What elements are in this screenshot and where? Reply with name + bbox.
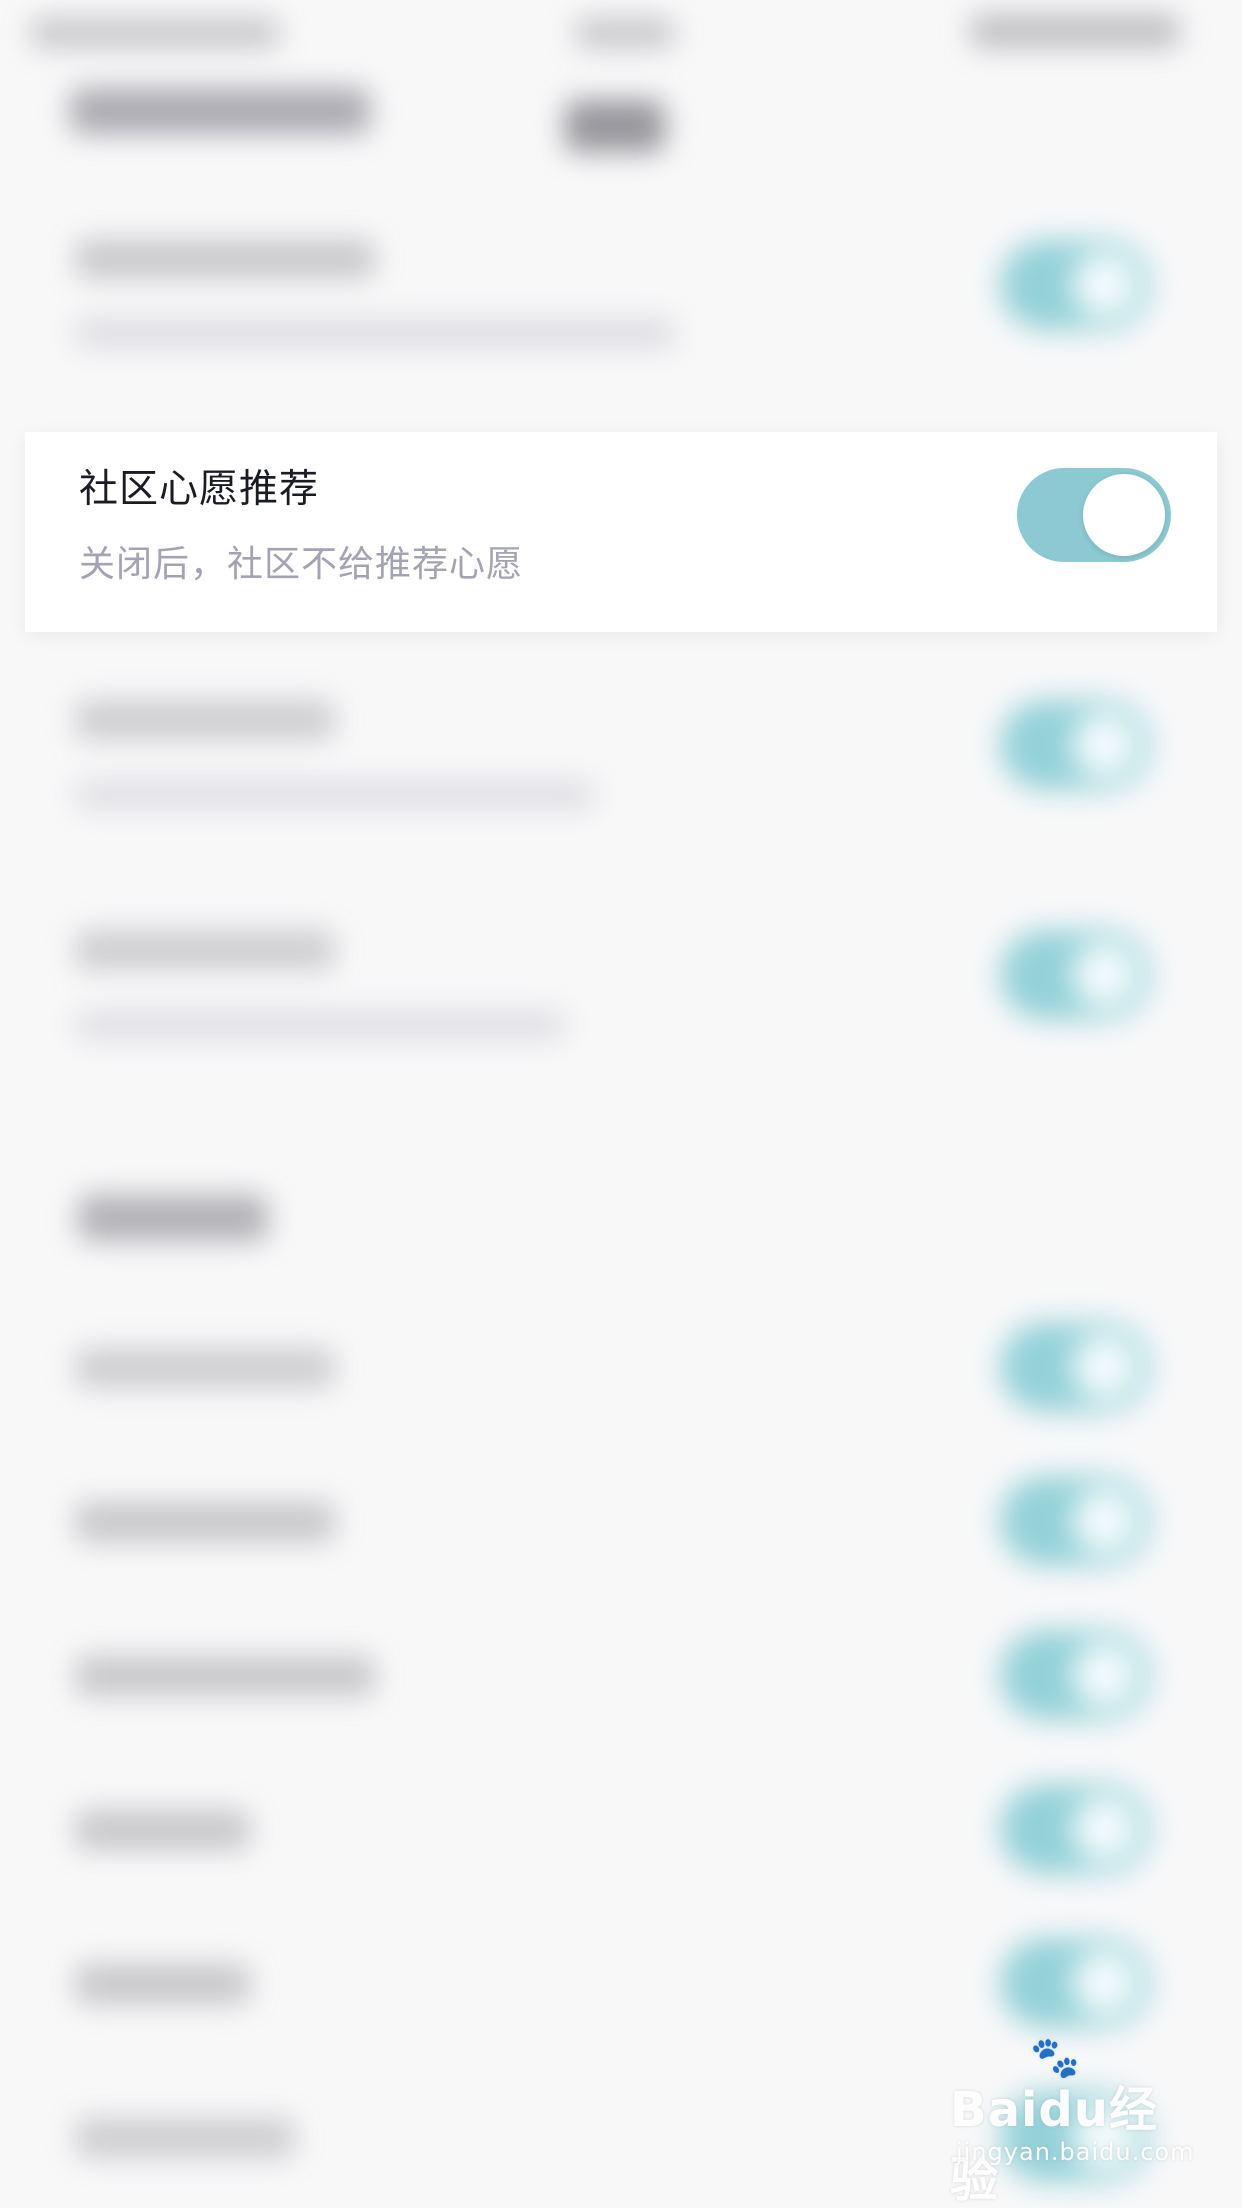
header-badge [565, 100, 665, 152]
baidu-watermark: 🐾 Baidu经验 jingyan.baidu.com [950, 2035, 1193, 2208]
row-6-toggle [1000, 1476, 1150, 1566]
row-6-title [75, 1502, 335, 1542]
row-8-toggle [1000, 1784, 1150, 1874]
community-wish-toggle[interactable] [1017, 468, 1171, 562]
row-9-toggle [1000, 1938, 1150, 2028]
row-3-toggle [1000, 700, 1150, 790]
section-2-header [78, 1195, 268, 1241]
row-1-subtitle [75, 318, 675, 348]
setting-title: 社区心愿推荐 [79, 467, 320, 512]
blurred-background [0, 0, 1242, 2208]
row-7-toggle [1000, 1630, 1150, 1720]
section-header [70, 88, 370, 134]
row-3-subtitle [75, 780, 595, 810]
toggle-knob[interactable] [1083, 474, 1165, 556]
row-3-title [75, 700, 335, 740]
settings-page: 社区心愿推荐 关闭后，社区不给推荐心愿 🐾 Baidu经验 jingyan.ba… [0, 0, 1242, 2208]
row-1-toggle [1000, 240, 1150, 330]
row-1-title [75, 240, 375, 278]
setting-subtitle: 关闭后，社区不给推荐心愿 [79, 544, 524, 585]
row-8-title [75, 1810, 250, 1850]
row-9-title [75, 1964, 250, 2004]
row-4-toggle [1000, 930, 1150, 1020]
row-5-title [75, 1348, 335, 1388]
setting-row-community-wish: 社区心愿推荐 关闭后，社区不给推荐心愿 [25, 432, 1217, 632]
row-4-subtitle [75, 1010, 565, 1040]
row-4-title [75, 930, 335, 970]
status-bar-time [575, 18, 675, 48]
row-5-toggle [1000, 1322, 1150, 1412]
status-bar-right [970, 14, 1180, 48]
status-bar-left [30, 18, 280, 48]
row-10-title [75, 2118, 295, 2158]
row-7-title [75, 1656, 375, 1696]
watermark-url: jingyan.baidu.com [956, 2138, 1195, 2166]
